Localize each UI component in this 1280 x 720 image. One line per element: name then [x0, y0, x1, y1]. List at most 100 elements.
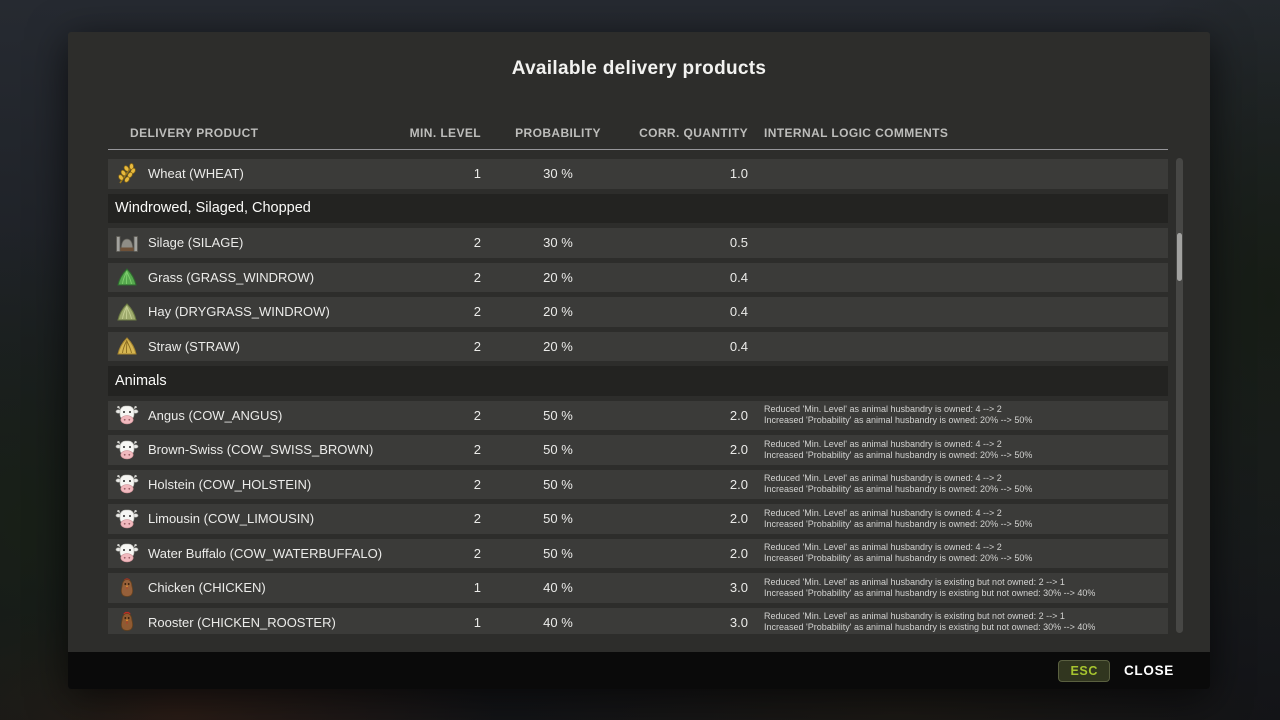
section-header: Animals [108, 366, 1168, 396]
comment-line: Increased 'Probability' as animal husban… [764, 415, 1168, 426]
product-name: Wheat (WHEAT) [148, 166, 244, 181]
min-level-value: 1 [400, 615, 481, 630]
min-level-value: 2 [400, 270, 481, 285]
table-row[interactable]: Brown-Swiss (COW_SWISS_BROWN) 2 50 % 2.0… [108, 435, 1168, 465]
cow-icon [114, 438, 140, 462]
cow-icon [114, 507, 140, 531]
probability-value: 50 % [481, 442, 635, 457]
corr-quantity-value: 0.4 [635, 304, 748, 319]
probability-value: 20 % [481, 304, 635, 319]
corr-quantity-value: 3.0 [635, 580, 748, 595]
wheat-icon [114, 162, 140, 186]
table-row[interactable]: Chicken (CHICKEN) 1 40 % 3.0 Reduced 'Mi… [108, 573, 1168, 603]
corr-quantity-value: 2.0 [635, 442, 748, 457]
probability-value: 20 % [481, 270, 635, 285]
probability-value: 50 % [481, 408, 635, 423]
column-header-internal-logic: INTERNAL LOGIC COMMENTS [748, 126, 1168, 140]
cow-icon [114, 472, 140, 496]
corr-quantity-value: 0.4 [635, 270, 748, 285]
min-level-value: 2 [400, 511, 481, 526]
straw-icon [114, 334, 140, 358]
grass-icon [114, 265, 140, 289]
column-header-delivery-product: DELIVERY PRODUCT [108, 126, 400, 140]
rooster-icon [114, 610, 140, 634]
probability-value: 50 % [481, 546, 635, 561]
corr-quantity-value: 2.0 [635, 477, 748, 492]
comment-line: Increased 'Probability' as animal husban… [764, 622, 1168, 633]
page-title: Available delivery products [68, 58, 1210, 80]
scrollbar[interactable] [1176, 158, 1183, 633]
product-name: Chicken (CHICKEN) [148, 580, 266, 595]
close-button[interactable]: CLOSE [1124, 663, 1174, 678]
comment-line: Reduced 'Min. Level' as animal husbandry… [764, 611, 1168, 622]
min-level-value: 1 [400, 166, 481, 181]
column-header-corr-quantity: CORR. QUANTITY [635, 126, 748, 140]
logic-comments: Reduced 'Min. Level' as animal husbandry… [748, 542, 1168, 564]
product-name: Water Buffalo (COW_WATERBUFFALO) [148, 546, 382, 561]
probability-value: 30 % [481, 235, 635, 250]
corr-quantity-value: 2.0 [635, 546, 748, 561]
product-name: Rooster (CHICKEN_ROOSTER) [148, 615, 336, 630]
product-name: Silage (SILAGE) [148, 235, 243, 250]
table-row[interactable]: Wheat (WHEAT) 1 30 % 1.0 [108, 159, 1168, 189]
column-header-min-level: MIN. LEVEL [400, 126, 481, 140]
table-row[interactable]: Straw (STRAW) 2 20 % 0.4 [108, 332, 1168, 362]
delivery-products-dialog: Available delivery products DELIVERY PRO… [68, 32, 1210, 689]
product-name: Straw (STRAW) [148, 339, 240, 354]
table-body: Wheat (WHEAT) 1 30 % 1.0 Windrowed, Sila… [108, 152, 1168, 634]
corr-quantity-value: 0.5 [635, 235, 748, 250]
comment-line: Reduced 'Min. Level' as animal husbandry… [764, 404, 1168, 415]
column-header-probability: PROBABILITY [481, 126, 635, 140]
min-level-value: 2 [400, 442, 481, 457]
table-row[interactable]: Grass (GRASS_WINDROW) 2 20 % 0.4 [108, 263, 1168, 293]
table-row[interactable]: Silage (SILAGE) 2 30 % 0.5 [108, 228, 1168, 258]
cow-icon [114, 541, 140, 565]
scrollbar-thumb[interactable] [1177, 233, 1182, 281]
probability-value: 30 % [481, 166, 635, 181]
table-row[interactable]: Hay (DRYGRASS_WINDROW) 2 20 % 0.4 [108, 297, 1168, 327]
table-row[interactable]: Water Buffalo (COW_WATERBUFFALO) 2 50 % … [108, 539, 1168, 569]
probability-value: 50 % [481, 477, 635, 492]
logic-comments: Reduced 'Min. Level' as animal husbandry… [748, 508, 1168, 530]
min-level-value: 1 [400, 580, 481, 595]
logic-comments: Reduced 'Min. Level' as animal husbandry… [748, 577, 1168, 599]
table-row[interactable]: Holstein (COW_HOLSTEIN) 2 50 % 2.0 Reduc… [108, 470, 1168, 500]
product-name: Holstein (COW_HOLSTEIN) [148, 477, 311, 492]
probability-value: 20 % [481, 339, 635, 354]
probability-value: 40 % [481, 580, 635, 595]
table-row[interactable]: Rooster (CHICKEN_ROOSTER) 1 40 % 3.0 Red… [108, 608, 1168, 635]
min-level-value: 2 [400, 339, 481, 354]
comment-line: Reduced 'Min. Level' as animal husbandry… [764, 542, 1168, 553]
min-level-value: 2 [400, 546, 481, 561]
esc-key-badge[interactable]: ESC [1058, 660, 1110, 682]
corr-quantity-value: 2.0 [635, 511, 748, 526]
comment-line: Reduced 'Min. Level' as animal husbandry… [764, 473, 1168, 484]
corr-quantity-value: 1.0 [635, 166, 748, 181]
logic-comments: Reduced 'Min. Level' as animal husbandry… [748, 439, 1168, 461]
product-name: Angus (COW_ANGUS) [148, 408, 282, 423]
corr-quantity-value: 0.4 [635, 339, 748, 354]
product-name: Grass (GRASS_WINDROW) [148, 270, 314, 285]
comment-line: Reduced 'Min. Level' as animal husbandry… [764, 577, 1168, 588]
comment-line: Reduced 'Min. Level' as animal husbandry… [764, 439, 1168, 450]
comment-line: Increased 'Probability' as animal husban… [764, 588, 1168, 599]
table-row[interactable]: Limousin (COW_LIMOUSIN) 2 50 % 2.0 Reduc… [108, 504, 1168, 534]
section-header: Windrowed, Silaged, Chopped [108, 194, 1168, 224]
product-name: Limousin (COW_LIMOUSIN) [148, 511, 314, 526]
table-row[interactable]: Angus (COW_ANGUS) 2 50 % 2.0 Reduced 'Mi… [108, 401, 1168, 431]
section-label: Animals [115, 373, 167, 389]
corr-quantity-value: 2.0 [635, 408, 748, 423]
probability-value: 50 % [481, 511, 635, 526]
comment-line: Increased 'Probability' as animal husban… [764, 450, 1168, 461]
section-label: Windrowed, Silaged, Chopped [115, 200, 311, 216]
hay-icon [114, 300, 140, 324]
comment-line: Increased 'Probability' as animal husban… [764, 519, 1168, 530]
comment-line: Increased 'Probability' as animal husban… [764, 553, 1168, 564]
min-level-value: 2 [400, 477, 481, 492]
logic-comments: Reduced 'Min. Level' as animal husbandry… [748, 473, 1168, 495]
table-header: DELIVERY PRODUCT MIN. LEVEL PROBABILITY … [108, 126, 1168, 150]
min-level-value: 2 [400, 235, 481, 250]
min-level-value: 2 [400, 408, 481, 423]
comment-line: Increased 'Probability' as animal husban… [764, 484, 1168, 495]
corr-quantity-value: 3.0 [635, 615, 748, 630]
